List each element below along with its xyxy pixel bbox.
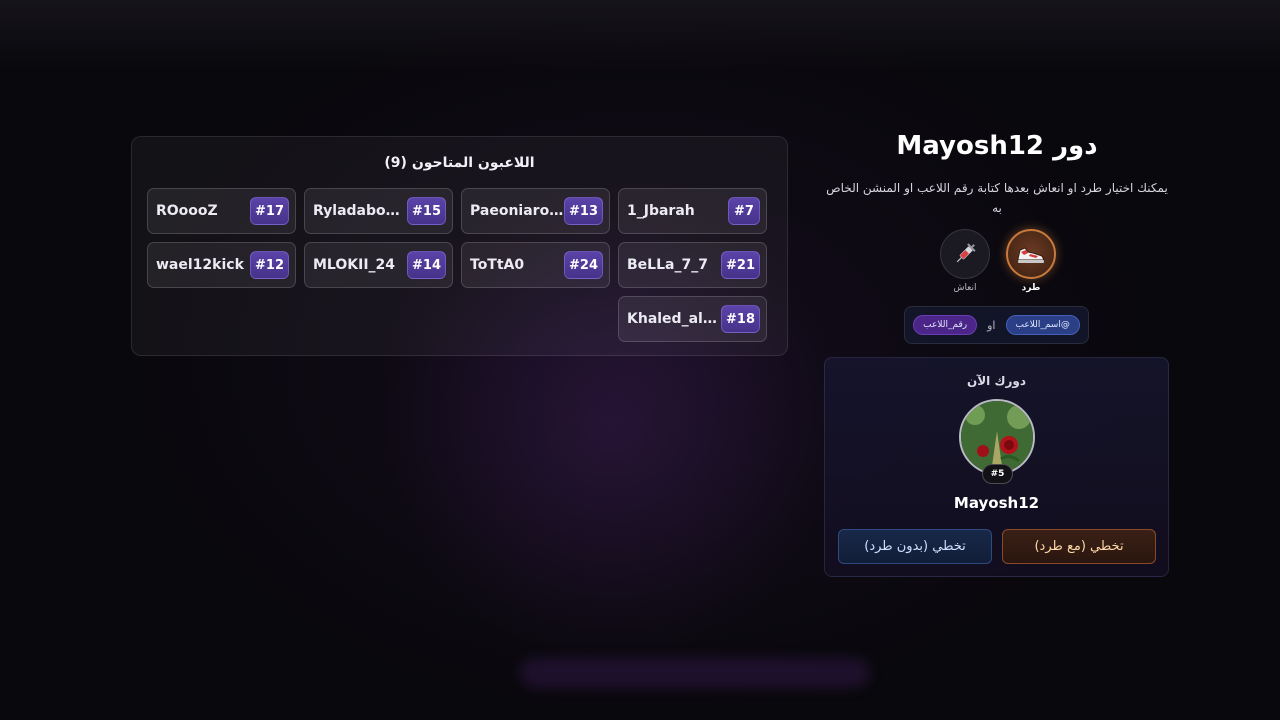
players-count: (9) <box>384 155 407 171</box>
players-panel-title: اللاعبون المتاحون (9) <box>132 155 787 171</box>
username-chip: @اسم_اللاعب <box>1005 315 1080 335</box>
player-name: BeLLa_7_7 <box>627 257 708 273</box>
top-bar-blurred <box>0 0 1280 70</box>
player-number-badge: #13 <box>564 197 603 225</box>
player-card[interactable]: Ryladaboam…#15 <box>304 188 453 234</box>
player-number-badge: #21 <box>721 251 760 279</box>
syringe-icon <box>940 229 990 279</box>
current-turn-card: دورك الآن #5 Mayosh12 تخطي (مع طرد) تخطي… <box>824 357 1169 577</box>
player-number-badge: #7 <box>728 197 760 225</box>
player-number-badge: #24 <box>564 251 603 279</box>
player-name: 1_Jbarah <box>627 203 695 219</box>
player-card[interactable]: wael12kick #12 <box>147 242 296 288</box>
revive-action-button[interactable]: انعاش <box>940 229 990 295</box>
skip-with-kick-button[interactable]: تخطي (مع طرد) <box>1002 529 1156 564</box>
skip-without-kick-button[interactable]: تخطي (بدون طرد) <box>838 529 992 564</box>
player-number-badge: #17 <box>250 197 289 225</box>
available-players-panel: اللاعبون المتاحون (9) 1_Jbarah #7 Paeonia… <box>131 136 788 356</box>
or-text: او <box>987 318 996 332</box>
player-number-badge: #12 <box>250 251 289 279</box>
player-card[interactable]: 1_Jbarah #7 <box>618 188 767 234</box>
current-turn-heading: دورك الآن <box>967 374 1026 388</box>
player-name: ROoooZ <box>156 203 218 219</box>
player-card[interactable]: ToTtA0 #24 <box>461 242 610 288</box>
sneaker-icon <box>1006 229 1056 279</box>
player-number-badge: #14 <box>407 251 446 279</box>
kick-label: طرد <box>1021 283 1041 293</box>
turn-instructions: يمكنك اختيار طرد او انعاش بعدها كتابة رق… <box>826 181 1168 215</box>
player-number-badge: #15 <box>407 197 446 225</box>
player-name: Paeoniaros… <box>470 203 565 219</box>
player-name: Ryladaboam… <box>313 203 407 219</box>
player-name: ToTtA0 <box>470 257 525 273</box>
command-hint: @اسم_اللاعب او رقم_اللاعب <box>904 306 1089 344</box>
players-title-text: اللاعبون المتاحون <box>411 155 535 171</box>
game-screen: اللاعبون المتاحون (9) 1_Jbarah #7 Paeonia… <box>0 0 1280 720</box>
kick-action-button[interactable]: طرد <box>1006 229 1056 295</box>
turn-prefix: دور <box>1053 131 1098 161</box>
bottom-glow <box>520 658 870 688</box>
player-number-chip: رقم_اللاعب <box>913 315 978 335</box>
turn-player-name: Mayosh12 <box>896 131 1045 161</box>
turn-title: دور Mayosh12 <box>826 131 1168 161</box>
player-card[interactable]: MLOKII_24 #14 <box>304 242 453 288</box>
player-name: Khaled_alk… <box>627 311 722 327</box>
player-card[interactable]: ROoooZ #17 <box>147 188 296 234</box>
player-card[interactable]: Paeoniaros… #13 <box>461 188 610 234</box>
player-number-badge: #5 <box>982 464 1013 484</box>
current-player-name: Mayosh12 <box>953 494 1040 512</box>
player-card[interactable]: BeLLa_7_7 #21 <box>618 242 767 288</box>
revive-label: انعاش <box>953 283 977 293</box>
players-grid: 1_Jbarah #7 Paeoniaros…#13 Ryladaboam…#15… <box>147 188 767 342</box>
player-card[interactable]: Khaled_alk… #18 <box>618 296 767 342</box>
player-name: wael12kick <box>156 257 244 273</box>
action-choices: طرد انعاش <box>940 229 1056 295</box>
player-name: MLOKII_24 <box>313 257 396 273</box>
player-number-badge: #18 <box>721 305 760 333</box>
